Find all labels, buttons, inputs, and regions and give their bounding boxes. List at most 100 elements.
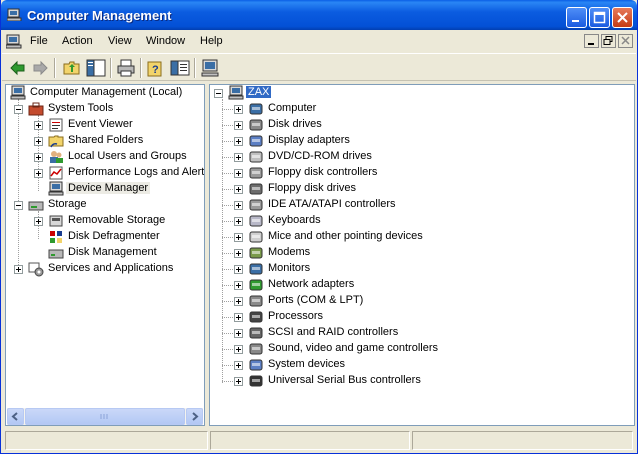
device-tree-pane[interactable]: ZAX Computer Disk drives Display adapters D… xyxy=(209,84,635,426)
tree-label: Shared Folders xyxy=(68,134,144,146)
expand-toggle[interactable] xyxy=(234,153,243,162)
expand-toggle[interactable] xyxy=(234,217,243,226)
expand-toggle[interactable] xyxy=(234,121,243,130)
tree-node-disk-management[interactable]: Disk Management xyxy=(6,245,204,261)
console-tree-pane[interactable]: Computer Management (Local) System Tools… xyxy=(5,84,205,426)
minimize-button[interactable] xyxy=(566,7,587,28)
tree-label: DVD/CD-ROM drives xyxy=(268,150,372,162)
expand-toggle[interactable] xyxy=(234,297,243,306)
tree-node-device-category[interactable]: Universal Serial Bus controllers xyxy=(210,373,634,389)
computer-icon xyxy=(249,103,263,115)
expand-toggle[interactable] xyxy=(34,153,43,162)
expand-toggle[interactable] xyxy=(34,169,43,178)
forward-arrow-icon[interactable] xyxy=(30,58,50,78)
tree-node-device-category[interactable]: Keyboards xyxy=(210,213,634,229)
tree-node-zax[interactable]: ZAX xyxy=(210,85,634,101)
tree-node-device-category[interactable]: DVD/CD-ROM drives xyxy=(210,149,634,165)
properties-icon[interactable] xyxy=(170,58,190,78)
expand-toggle[interactable] xyxy=(234,249,243,258)
expand-toggle[interactable] xyxy=(234,105,243,114)
console-icon[interactable] xyxy=(6,34,22,49)
expand-toggle[interactable] xyxy=(234,265,243,274)
expand-toggle[interactable] xyxy=(234,137,243,146)
tree-node-device-category[interactable]: Ports (COM & LPT) xyxy=(210,293,634,309)
menu-window[interactable]: Window xyxy=(146,35,185,47)
tree-node-removable-storage[interactable]: Removable Storage xyxy=(6,213,204,229)
tree-label: System devices xyxy=(268,358,346,370)
mouse-icon xyxy=(249,231,263,243)
tree-node-device-category[interactable]: Processors xyxy=(210,309,634,325)
tree-node-disk-defragmenter[interactable]: Disk Defragmenter xyxy=(6,229,204,245)
tree-node-device-manager[interactable]: Device Manager xyxy=(6,181,204,197)
tree-node-device-category[interactable]: SCSI and RAID controllers xyxy=(210,325,634,341)
expand-toggle[interactable] xyxy=(234,329,243,338)
print-icon[interactable] xyxy=(116,58,136,78)
collapse-toggle[interactable] xyxy=(214,89,223,98)
back-arrow-icon[interactable] xyxy=(8,58,28,78)
computer-icon[interactable] xyxy=(200,58,220,78)
expand-toggle[interactable] xyxy=(14,265,23,274)
child-restore-button[interactable] xyxy=(601,34,616,48)
tree-node-device-category[interactable]: Network adapters xyxy=(210,277,634,293)
maximize-button[interactable] xyxy=(589,7,610,28)
expand-toggle[interactable] xyxy=(34,217,43,226)
expand-toggle[interactable] xyxy=(234,185,243,194)
tree-node-services-applications[interactable]: Services and Applications xyxy=(6,261,204,277)
tree-node-device-category[interactable]: Floppy disk drives xyxy=(210,181,634,197)
expand-toggle[interactable] xyxy=(234,281,243,290)
help-icon[interactable]: ? xyxy=(146,58,166,78)
controller-icon xyxy=(249,167,263,179)
menu-file[interactable]: File xyxy=(30,35,48,47)
port-icon xyxy=(249,295,263,307)
tree-node-device-category[interactable]: Modems xyxy=(210,245,634,261)
menu-view[interactable]: View xyxy=(108,35,132,47)
tree-label: Universal Serial Bus controllers xyxy=(268,374,421,386)
tree-node-shared-folders[interactable]: Shared Folders xyxy=(6,133,204,149)
expand-toggle[interactable] xyxy=(234,201,243,210)
tree-node-device-category[interactable]: Floppy disk controllers xyxy=(210,165,634,181)
processor-icon xyxy=(249,311,263,323)
expand-toggle[interactable] xyxy=(34,137,43,146)
tree-node-computer-management[interactable]: Computer Management (Local) xyxy=(6,85,204,101)
tree-node-local-users[interactable]: Local Users and Groups xyxy=(6,149,204,165)
scroll-right-button[interactable] xyxy=(186,408,203,425)
horizontal-scrollbar[interactable] xyxy=(7,408,203,425)
maximize-icon xyxy=(593,11,606,24)
close-button[interactable] xyxy=(612,7,633,28)
tree-connector xyxy=(222,109,233,110)
tree-node-system-tools[interactable]: System Tools xyxy=(6,101,204,117)
expand-toggle[interactable] xyxy=(234,361,243,370)
tree-node-device-category[interactable]: Monitors xyxy=(210,261,634,277)
menu-help[interactable]: Help xyxy=(200,35,223,47)
tree-node-device-category[interactable]: Sound, video and game controllers xyxy=(210,341,634,357)
restore-icon xyxy=(603,36,613,45)
title-bar[interactable]: Computer Management xyxy=(1,0,637,30)
scroll-left-button[interactable] xyxy=(7,408,24,425)
removable-storage-icon xyxy=(49,215,63,227)
child-close-button[interactable] xyxy=(618,34,633,48)
tree-label: Removable Storage xyxy=(68,214,166,226)
up-folder-icon[interactable] xyxy=(62,58,82,78)
expand-toggle[interactable] xyxy=(234,233,243,242)
collapse-toggle[interactable] xyxy=(14,201,23,210)
expand-toggle[interactable] xyxy=(234,313,243,322)
tree-node-device-category[interactable]: System devices xyxy=(210,357,634,373)
tree-node-device-category[interactable]: Disk drives xyxy=(210,117,634,133)
tree-node-device-category[interactable]: Display adapters xyxy=(210,133,634,149)
defragmenter-icon xyxy=(50,231,62,243)
tree-node-device-category[interactable]: Mice and other pointing devices xyxy=(210,229,634,245)
expand-toggle[interactable] xyxy=(234,345,243,354)
tree-node-performance-logs[interactable]: Performance Logs and Alerts xyxy=(6,165,204,181)
tree-node-device-category[interactable]: Computer xyxy=(210,101,634,117)
show-hide-tree-icon[interactable] xyxy=(86,58,106,78)
scroll-thumb[interactable] xyxy=(25,408,185,425)
child-minimize-button[interactable] xyxy=(584,34,599,48)
tree-node-device-category[interactable]: IDE ATA/ATAPI controllers xyxy=(210,197,634,213)
expand-toggle[interactable] xyxy=(34,121,43,130)
tree-node-storage[interactable]: Storage xyxy=(6,197,204,213)
tree-node-event-viewer[interactable]: Event Viewer xyxy=(6,117,204,133)
expand-toggle[interactable] xyxy=(234,169,243,178)
menu-action[interactable]: Action xyxy=(62,35,93,47)
collapse-toggle[interactable] xyxy=(14,105,23,114)
expand-toggle[interactable] xyxy=(234,377,243,386)
